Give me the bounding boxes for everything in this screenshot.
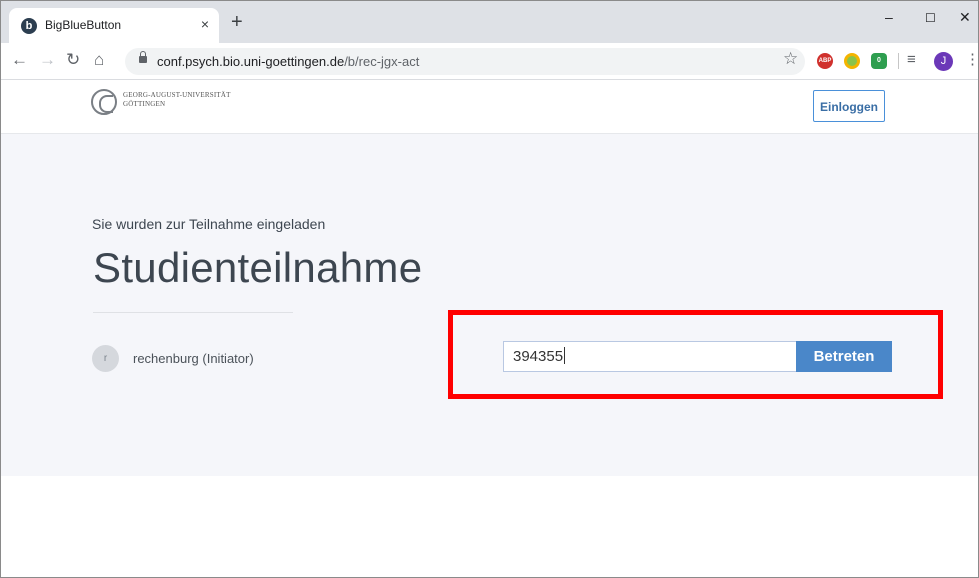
profile-avatar[interactable]: J [934, 52, 953, 71]
reading-list-icon[interactable]: ≡ [907, 51, 916, 68]
browser-menu-icon[interactable]: ⋮ [965, 50, 978, 68]
forward-arrow-icon[interactable]: → [39, 51, 56, 69]
tab-title: BigBlueButton [45, 18, 122, 32]
back-arrow-icon[interactable]: ← [11, 51, 28, 69]
shield-extension-icon[interactable]: 0 [871, 53, 887, 69]
tab-close-icon[interactable]: × [201, 16, 209, 32]
minimize-button[interactable]: – [885, 9, 893, 25]
extension-icon[interactable] [844, 53, 860, 69]
room-title: Studienteilnahme [93, 244, 423, 291]
toolbar-divider [898, 53, 899, 69]
close-window-button[interactable]: ✕ [959, 9, 971, 26]
university-logo-text[interactable]: GEORG-AUGUST-UNIVERSITÄT GÖTTINGEN [123, 91, 231, 109]
bookmark-star-icon[interactable]: ☆ [783, 49, 798, 69]
maximize-button[interactable]: ☐ [925, 11, 936, 25]
browser-window: b BigBlueButton × + – ☐ ✕ ← → ↻ ⌂ conf.p… [0, 0, 979, 578]
owner-name: rechenburg (Initiator) [133, 351, 254, 366]
reload-icon[interactable]: ↻ [66, 51, 80, 69]
divider [93, 312, 293, 313]
university-seal-icon[interactable] [91, 89, 117, 115]
home-icon[interactable]: ⌂ [94, 51, 104, 69]
new-tab-button[interactable]: + [231, 12, 243, 32]
url-text: conf.psych.bio.uni-goettingen.de/b/rec-j… [157, 54, 420, 69]
room-hero [1, 134, 978, 476]
annotation-highlight-box [448, 310, 943, 399]
owner-avatar: r [92, 345, 119, 372]
login-button[interactable]: Einloggen [813, 90, 885, 122]
browser-tab[interactable]: b BigBlueButton × [9, 8, 219, 43]
bigbluebutton-favicon-icon: b [21, 18, 37, 34]
adblock-extension-icon[interactable]: ABP [817, 53, 833, 69]
address-bar[interactable]: conf.psych.bio.uni-goettingen.de/b/rec-j… [125, 48, 805, 75]
invite-text: Sie wurden zur Teilnahme eingeladen [92, 216, 326, 232]
title-bar: b BigBlueButton × + – ☐ ✕ [1, 1, 978, 43]
lock-icon [139, 51, 147, 63]
